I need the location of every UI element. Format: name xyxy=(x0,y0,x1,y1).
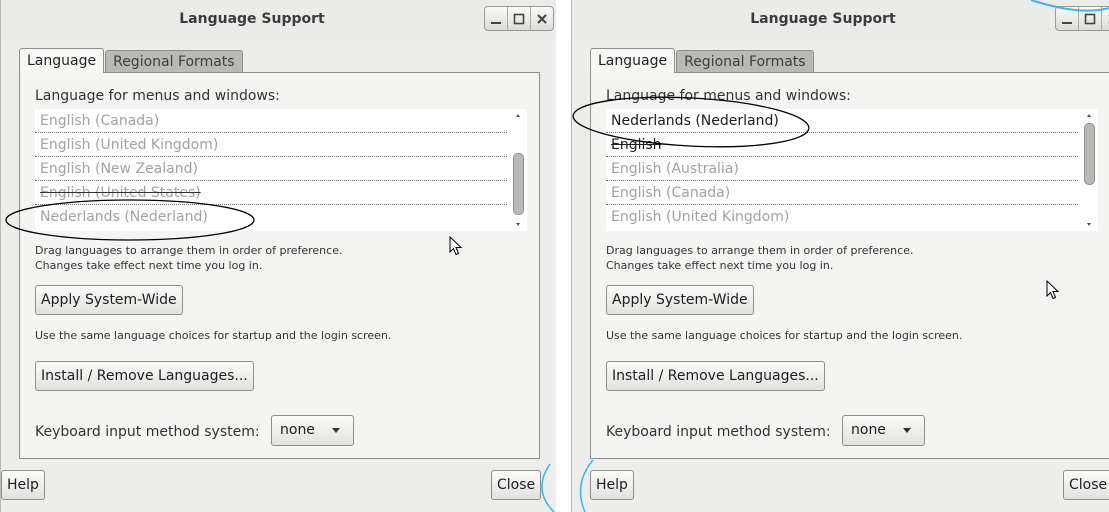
minimize-icon[interactable] xyxy=(1056,7,1079,30)
scrollbar-thumb[interactable] xyxy=(513,153,524,215)
language-tab-panel: Language for menus and windows: English … xyxy=(19,72,540,459)
language-list[interactable]: English (Canada) English (United Kingdom… xyxy=(35,109,527,231)
keyboard-input-select[interactable]: none xyxy=(842,415,925,446)
keyboard-input-label: Keyboard input method system: xyxy=(35,424,260,440)
minimize-icon[interactable] xyxy=(485,7,508,30)
help-button[interactable]: Help xyxy=(1,470,45,500)
list-label: Language for menus and windows: xyxy=(35,88,280,104)
selected-value: none xyxy=(851,422,886,438)
vertical-scrollbar[interactable] xyxy=(1081,109,1098,231)
window-title: Language Support xyxy=(750,11,896,27)
language-tab-panel: Language for menus and windows: Nederlan… xyxy=(590,72,1109,459)
tab-bar: Language Regional Formats xyxy=(19,48,243,73)
close-icon[interactable] xyxy=(531,7,553,30)
scrollbar-thumb[interactable] xyxy=(1084,123,1095,185)
list-item[interactable]: Nederlands (Nederland) xyxy=(606,109,1078,133)
apply-description: Use the same language choices for startu… xyxy=(606,329,963,342)
apply-description: Use the same language choices for startu… xyxy=(35,329,392,342)
language-list[interactable]: Nederlands (Nederland) English English (… xyxy=(606,109,1098,231)
list-item[interactable]: English (United Kingdom) xyxy=(35,133,507,157)
tab-regional-formats[interactable]: Regional Formats xyxy=(105,50,243,72)
tab-regional-formats[interactable]: Regional Formats xyxy=(676,50,814,72)
install-remove-languages-button[interactable]: Install / Remove Languages... xyxy=(606,361,825,391)
language-support-dialog: Language Support Language Regional Forma… xyxy=(571,0,1109,512)
scroll-up-icon[interactable] xyxy=(1087,114,1091,117)
list-item[interactable]: English (United Kingdom) xyxy=(606,205,1078,229)
list-item[interactable]: English (United States) xyxy=(35,181,507,205)
chevron-down-icon xyxy=(332,428,340,433)
language-support-dialog: Language Support Language Regional Forma… xyxy=(0,0,556,512)
drag-hint: Drag languages to arrange them in order … xyxy=(35,243,342,273)
hint-line: Changes take effect next time you log in… xyxy=(606,259,834,272)
list-item[interactable]: English (Canada) xyxy=(606,181,1078,205)
keyboard-input-label: Keyboard input method system: xyxy=(606,424,831,440)
help-button[interactable]: Help xyxy=(590,470,634,500)
list-item[interactable]: English (Australia) xyxy=(606,157,1078,181)
hint-line: Drag languages to arrange them in order … xyxy=(35,244,343,257)
install-remove-languages-button[interactable]: Install / Remove Languages... xyxy=(35,361,254,391)
hint-line: Drag languages to arrange them in order … xyxy=(606,244,914,257)
hint-line: Changes take effect next time you log in… xyxy=(35,259,263,272)
apply-system-wide-button[interactable]: Apply System-Wide xyxy=(606,285,754,315)
scroll-up-icon[interactable] xyxy=(516,114,520,117)
apply-system-wide-button[interactable]: Apply System-Wide xyxy=(35,285,183,315)
close-icon[interactable] xyxy=(1102,7,1109,30)
title-bar[interactable]: Language Support xyxy=(1,0,556,40)
screenshot-left: Language Support Language Regional Forma… xyxy=(0,0,556,512)
list-item[interactable]: Nederlands (Nederland) xyxy=(35,205,507,229)
title-bar[interactable]: Language Support xyxy=(572,0,1109,40)
maximize-icon[interactable] xyxy=(508,7,531,30)
window-title: Language Support xyxy=(179,11,325,27)
window-controls xyxy=(1055,6,1109,31)
close-button[interactable]: Close xyxy=(491,470,542,500)
scroll-down-icon[interactable] xyxy=(516,223,520,226)
window-controls xyxy=(484,6,554,31)
tab-bar: Language Regional Formats xyxy=(590,48,814,73)
vertical-scrollbar[interactable] xyxy=(510,109,527,231)
scroll-down-icon[interactable] xyxy=(1087,223,1091,226)
chevron-down-icon xyxy=(903,428,911,433)
tab-language[interactable]: Language xyxy=(19,48,105,73)
close-button[interactable]: Close xyxy=(1063,470,1109,500)
selected-value: none xyxy=(280,422,315,438)
keyboard-input-select[interactable]: none xyxy=(271,415,354,446)
list-label: Language for menus and windows: xyxy=(606,88,851,104)
maximize-icon[interactable] xyxy=(1079,7,1102,30)
list-item[interactable]: English (Canada) xyxy=(35,109,507,133)
list-item[interactable]: English xyxy=(606,133,1078,157)
tab-language[interactable]: Language xyxy=(590,48,676,73)
drag-hint: Drag languages to arrange them in order … xyxy=(606,243,913,273)
screenshot-right: Language Support Language Regional Forma… xyxy=(571,0,1109,512)
list-item[interactable]: English (New Zealand) xyxy=(35,157,507,181)
